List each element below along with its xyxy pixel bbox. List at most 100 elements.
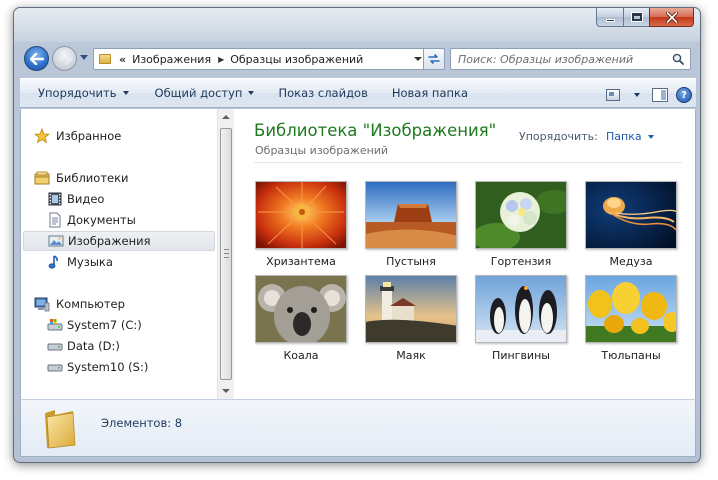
arrange-by-label: Упорядочить: — [519, 130, 598, 143]
arrow-right-icon — [57, 52, 72, 65]
forward-button[interactable] — [52, 46, 77, 71]
nav-video-label: Видео — [67, 192, 105, 206]
search-input[interactable] — [451, 52, 661, 66]
explorer-window: « Изображения ▶ Образцы изображений Упор… — [13, 7, 701, 463]
organize-button[interactable]: Упорядочить — [32, 80, 135, 106]
address-history-dropdown[interactable] — [414, 57, 422, 61]
search-icon[interactable] — [672, 53, 684, 65]
new-folder-button[interactable]: Новая папка — [386, 80, 474, 106]
picture-icon — [48, 233, 64, 249]
arrange-by-dropdown[interactable]: Папка — [606, 130, 654, 143]
nav-libraries[interactable]: Библиотеки — [21, 168, 215, 188]
file-label: Пингвины — [492, 349, 550, 362]
help-icon[interactable]: ? — [676, 87, 692, 103]
maximize-button[interactable] — [623, 8, 649, 27]
nav-scrollbar[interactable] — [217, 109, 234, 399]
item-count: Элементов: 8 — [101, 416, 183, 430]
arrow-left-icon — [29, 52, 44, 65]
file-item[interactable]: Медуза — [581, 181, 681, 273]
slideshow-label: Показ слайдов — [278, 86, 368, 100]
breadcrumb-sample-pictures[interactable]: Образцы изображений — [230, 53, 363, 66]
nav-music[interactable]: Музыка — [21, 252, 215, 272]
file-label: Маяк — [396, 349, 426, 362]
breadcrumb-separator-icon[interactable]: ▶ — [218, 55, 224, 64]
address-bar[interactable]: « Изображения ▶ Образцы изображений — [93, 48, 445, 70]
file-item[interactable]: Гортензия — [471, 181, 571, 273]
chrysanthemum-thumbnail — [255, 181, 347, 249]
nav-music-label: Музыка — [67, 255, 113, 269]
nav-favorites[interactable]: Избранное — [21, 126, 215, 146]
scroll-down-icon[interactable] — [222, 389, 230, 393]
caption-buttons — [596, 8, 694, 27]
folder-icon — [45, 410, 76, 449]
nav-documents[interactable]: Документы — [21, 210, 215, 230]
penguins-thumbnail — [475, 275, 567, 343]
chevron-down-icon — [647, 134, 654, 139]
arrange-by-value: Папка — [606, 130, 642, 143]
lighthouse-thumbnail — [365, 275, 457, 343]
close-icon — [665, 11, 678, 23]
navigation-pane: Избранное Библиотеки Видео Документы Изо… — [21, 109, 217, 399]
file-item[interactable]: Пингвины — [471, 275, 571, 367]
system-drive-icon — [47, 317, 63, 333]
file-label: Пустыня — [386, 255, 436, 268]
breadcrumb-pictures[interactable]: Изображения — [132, 53, 211, 66]
new-folder-label: Новая папка — [391, 86, 469, 100]
nav-pictures-label: Изображения — [68, 234, 151, 248]
tulips-thumbnail — [585, 275, 677, 343]
file-label: Медуза — [609, 255, 653, 268]
nav-favorites-label: Избранное — [56, 129, 122, 143]
views-dropdown[interactable] — [628, 82, 644, 108]
library-subtitle: Образцы изображений — [255, 144, 389, 157]
file-label: Коала — [283, 349, 319, 362]
scroll-up-icon[interactable] — [222, 115, 230, 119]
change-view-icon[interactable] — [606, 89, 620, 101]
jellyfish-thumbnail — [585, 181, 677, 249]
hydrangeas-thumbnail — [475, 181, 567, 249]
share-button[interactable]: Общий доступ — [149, 80, 261, 106]
desert-thumbnail — [365, 181, 457, 249]
refresh-button[interactable] — [423, 48, 445, 70]
file-item[interactable]: Маяк — [361, 275, 461, 367]
file-item[interactable]: Коала — [251, 275, 351, 367]
nav-drive-d-label: Data (D:) — [67, 339, 120, 353]
nav-drive-d[interactable]: Data (D:) — [21, 336, 215, 356]
slideshow-button[interactable]: Показ слайдов — [272, 80, 373, 106]
hard-drive-icon — [47, 338, 63, 354]
recent-pages-dropdown[interactable] — [80, 55, 88, 60]
minimize-icon — [605, 18, 615, 22]
nav-drive-c[interactable]: System7 (C:) — [21, 315, 215, 335]
close-button[interactable] — [649, 8, 694, 27]
details-pane: Элементов: 8 — [20, 399, 696, 457]
minimize-button[interactable] — [596, 8, 623, 27]
refresh-icon — [428, 54, 440, 64]
file-item[interactable]: Пустыня — [361, 181, 461, 273]
film-icon — [47, 191, 63, 207]
grip-icon — [224, 249, 229, 258]
nav-video[interactable]: Видео — [21, 189, 215, 209]
file-item[interactable]: Тюльпаны — [581, 275, 681, 367]
computer-icon — [34, 296, 50, 312]
file-item[interactable]: Хризантема — [251, 181, 351, 273]
hard-drive-icon — [47, 359, 63, 375]
back-button[interactable] — [24, 46, 49, 71]
file-list-pane: Библиотека "Изображения" Образцы изображ… — [234, 109, 695, 399]
preview-pane-icon[interactable] — [652, 88, 668, 102]
nav-computer-label: Компьютер — [56, 297, 125, 311]
address-overflow-chevron[interactable]: « — [119, 53, 126, 66]
scroll-thumb[interactable] — [220, 128, 232, 380]
nav-computer[interactable]: Компьютер — [21, 294, 215, 314]
document-icon — [47, 212, 63, 228]
nav-drive-s[interactable]: System10 (S:) — [21, 357, 215, 377]
chevron-down-icon — [122, 91, 129, 95]
chevron-down-icon — [248, 91, 255, 95]
nav-pictures[interactable]: Изображения — [23, 231, 215, 251]
nav-drive-s-label: System10 (S:) — [67, 360, 149, 374]
header-divider — [254, 162, 682, 163]
file-label: Хризантема — [266, 255, 336, 268]
koala-thumbnail — [255, 275, 347, 343]
file-label: Гортензия — [490, 255, 552, 268]
nav-libraries-label: Библиотеки — [56, 171, 129, 185]
search-box[interactable] — [450, 48, 691, 70]
libraries-icon — [34, 170, 50, 186]
